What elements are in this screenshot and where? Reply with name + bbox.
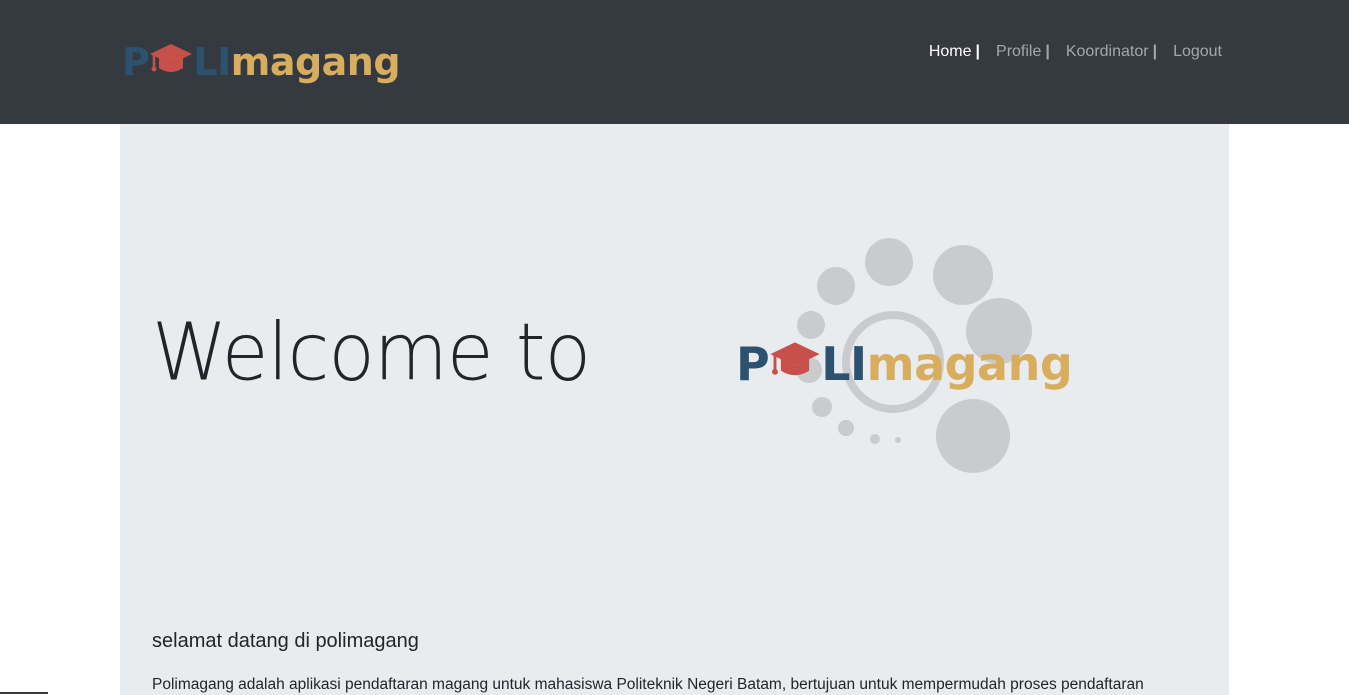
nav-separator: | — [1045, 43, 1050, 60]
logo-letters-magang: magang — [230, 40, 401, 84]
nav-separator: | — [1152, 43, 1158, 60]
navbar: P LI magang Home | Profile | Koordinator… — [0, 0, 1349, 124]
logo-letters-li: LI — [821, 336, 867, 391]
graduation-cap-icon — [769, 340, 821, 387]
hero-subtitle: selamat datang di polimagang — [152, 630, 419, 652]
page-edge-divider — [0, 692, 48, 694]
nav-separator: | — [975, 43, 981, 60]
nav-item-logout[interactable]: Logout — [1173, 43, 1222, 61]
nav-item-profile[interactable]: Profile — [996, 43, 1041, 61]
hero-title: Welcome to — [152, 304, 591, 399]
logo-letter-p: P — [122, 40, 150, 84]
hero-logo-wordmark: P LI magang — [736, 336, 1073, 391]
hero-logo: P LI magang — [690, 232, 1080, 482]
logo-letter-p: P — [736, 336, 770, 391]
brand-logo[interactable]: P LI magang — [122, 38, 401, 86]
hero-description: Polimagang adalah aplikasi pendaftaran m… — [152, 676, 1144, 693]
jumbotron: Welcome to P LI magang selamat datang di… — [120, 124, 1229, 695]
graduation-cap-icon — [149, 42, 193, 82]
nav-menu: Home | Profile | Koordinator | Logout — [929, 43, 1222, 61]
nav-item-koordinator[interactable]: Koordinator — [1066, 43, 1149, 61]
nav-item-home[interactable]: Home — [929, 43, 972, 61]
logo-letters-li: LI — [193, 40, 231, 84]
logo-letters-magang: magang — [866, 336, 1073, 391]
logo-wordmark: P LI magang — [122, 40, 401, 84]
